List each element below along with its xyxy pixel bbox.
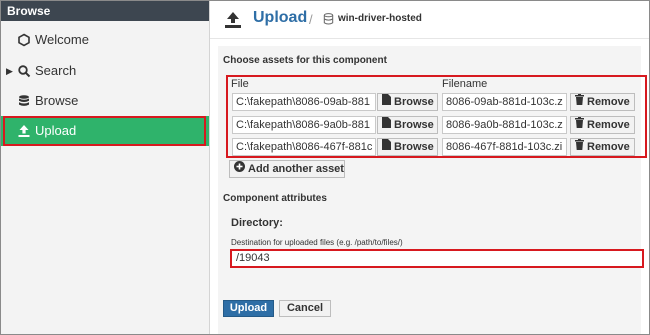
page-header: Upload / win-driver-hosted xyxy=(210,1,649,39)
sidebar-item-label: Browse xyxy=(35,93,79,108)
file-icon xyxy=(382,139,391,155)
browse-button[interactable]: Browse xyxy=(377,138,438,156)
remove-button[interactable]: Remove xyxy=(570,116,635,134)
file-column-header: File xyxy=(231,78,249,90)
cancel-button[interactable]: Cancel xyxy=(279,300,331,317)
browse-button[interactable]: Browse xyxy=(377,116,438,134)
hexagon-icon xyxy=(18,33,30,47)
trash-icon xyxy=(575,139,584,155)
upload-button[interactable]: Upload xyxy=(223,300,274,317)
sidebar: Browse Welcome ▶ Search Browse Upload xyxy=(1,1,210,334)
sidebar-item-label: Welcome xyxy=(35,32,89,47)
remove-label: Remove xyxy=(587,141,630,153)
directory-label: Directory: xyxy=(231,217,283,229)
sidebar-item-browse[interactable]: Browse xyxy=(1,86,209,116)
remove-label: Remove xyxy=(587,119,630,131)
page-title: Upload xyxy=(253,9,308,26)
add-asset-button[interactable]: Add another asset xyxy=(229,160,345,178)
directory-hint: Destination for uploaded files (e.g. /pa… xyxy=(231,238,403,247)
upload-icon xyxy=(225,12,241,28)
app-window: Browse Welcome ▶ Search Browse Upload Up… xyxy=(0,0,650,335)
file-path-input[interactable]: C:\fakepath\8086-09ab-881 xyxy=(232,93,376,111)
plus-circle-icon xyxy=(234,161,245,177)
browse-label: Browse xyxy=(394,96,434,108)
file-path-input[interactable]: C:\fakepath\8086-467f-881c xyxy=(232,138,376,156)
remove-label: Remove xyxy=(587,96,630,108)
breadcrumb-separator: / xyxy=(309,12,313,27)
filename-input[interactable]: 8086-467f-881d-103c.zi xyxy=(442,138,567,156)
browse-label: Browse xyxy=(394,119,434,131)
directory-input[interactable]: /19043 xyxy=(230,249,644,268)
caret-right-icon[interactable]: ▶ xyxy=(6,56,13,86)
sidebar-header: Browse xyxy=(1,1,209,21)
highlight-outline xyxy=(3,116,206,146)
browse-button[interactable]: Browse xyxy=(377,93,438,111)
add-asset-label: Add another asset xyxy=(248,163,344,175)
file-path-input[interactable]: C:\fakepath\8086-9a0b-881 xyxy=(232,116,376,134)
remove-button[interactable]: Remove xyxy=(570,93,635,111)
search-icon xyxy=(18,65,31,78)
remove-button[interactable]: Remove xyxy=(570,138,635,156)
sidebar-item-label: Search xyxy=(35,63,77,78)
filename-input[interactable]: 8086-9a0b-881d-103c.z xyxy=(442,116,567,134)
file-icon xyxy=(382,94,391,110)
file-icon xyxy=(382,117,391,133)
repository-icon xyxy=(323,13,334,25)
browse-label: Browse xyxy=(394,141,434,153)
trash-icon xyxy=(575,94,584,110)
trash-icon xyxy=(575,117,584,133)
sidebar-item-search[interactable]: ▶ Search xyxy=(1,56,209,86)
attributes-section-title: Component attributes xyxy=(223,193,327,204)
filename-input[interactable]: 8086-09ab-881d-103c.z xyxy=(442,93,567,111)
breadcrumb-repository[interactable]: win-driver-hosted xyxy=(338,13,422,24)
database-icon xyxy=(19,95,29,106)
filename-column-header: Filename xyxy=(442,78,488,90)
sidebar-item-welcome[interactable]: Welcome xyxy=(1,25,209,55)
assets-section-title: Choose assets for this component xyxy=(223,55,387,66)
